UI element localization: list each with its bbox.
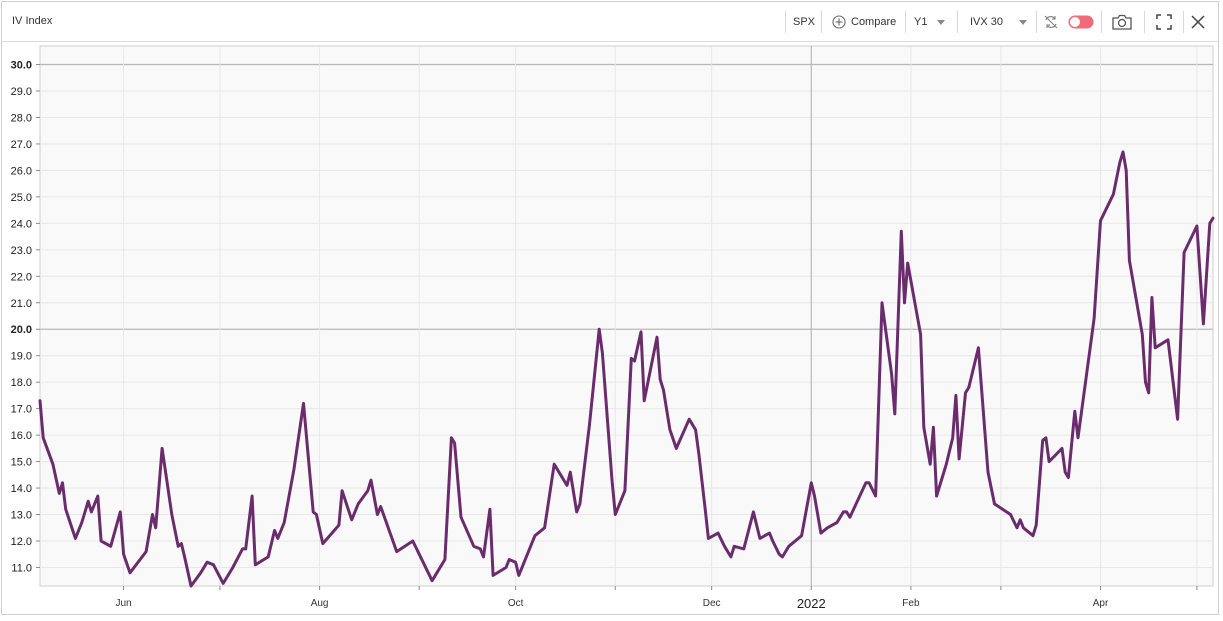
y-tick-label: 12.0 [11, 536, 32, 548]
y-tick-label: 28.0 [11, 112, 32, 124]
y-tick-label: 27.0 [11, 139, 32, 151]
y-tick-label: 21.0 [11, 298, 32, 310]
y-tick-label: 20.0 [11, 324, 32, 336]
y-tick-label: 11.0 [11, 562, 32, 574]
y-tick-label: 23.0 [11, 245, 32, 257]
x-tick-label: Dec [703, 598, 721, 609]
y-tick-label: 15.0 [11, 457, 32, 469]
y-tick-label: 17.0 [11, 404, 32, 416]
y-tick-label: 29.0 [11, 86, 32, 98]
y-tick-label: 25.0 [11, 192, 32, 204]
y-tick-label: 16.0 [11, 430, 32, 442]
y-tick-label: 13.0 [11, 510, 32, 522]
y-tick-label: 14.0 [11, 483, 32, 495]
y-tick-label: 26.0 [11, 165, 32, 177]
y-tick-label: 22.0 [11, 271, 32, 283]
y-tick-label: 24.0 [11, 218, 32, 230]
iv-index-chart[interactable]: 11.0 12.0 13.0 14.0 15.0 16.0 17.0 18.0 19.0 20.0… [0, 0, 1223, 621]
y-tick-label: 19.0 [11, 351, 32, 363]
x-tick-label: Apr [1093, 598, 1109, 609]
x-tick-label: Feb [902, 598, 920, 609]
y-tick-label: 18.0 [11, 377, 32, 389]
y-tick-label: 30.0 [11, 60, 32, 72]
x-tick-label: Oct [508, 598, 524, 609]
x-tick-label: 2022 [797, 596, 826, 611]
x-tick-label: Aug [311, 598, 329, 609]
x-tick-label: Jun [115, 598, 131, 609]
